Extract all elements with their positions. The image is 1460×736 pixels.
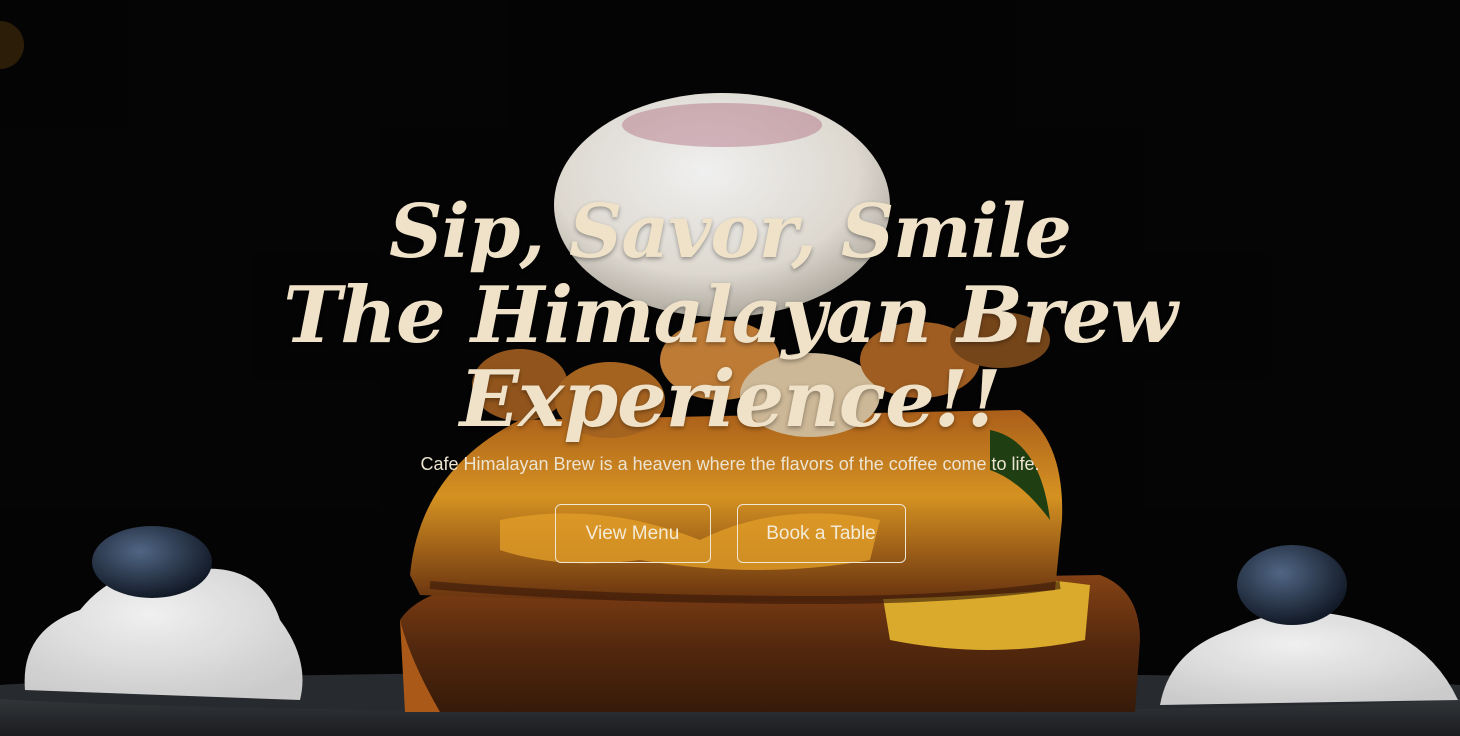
hero-section: Sip, Savor, Smile The Himalayan Brew Exp… [0,0,1460,736]
hero-tagline: Cafe Himalayan Brew is a heaven where th… [420,454,1040,474]
hero-content: Sip, Savor, Smile The Himalayan Brew Exp… [0,190,1460,563]
headline-line-1: Sip, Savor, Smile [389,189,1072,275]
cta-buttons: View Menu Book a Table [0,504,1460,563]
hero-headline: Sip, Savor, Smile The Himalayan Brew Exp… [0,190,1460,442]
headline-line-2: The Himalayan Brew Experience!! [283,270,1178,445]
book-table-button[interactable]: Book a Table [736,504,906,563]
view-menu-button[interactable]: View Menu [554,504,711,563]
